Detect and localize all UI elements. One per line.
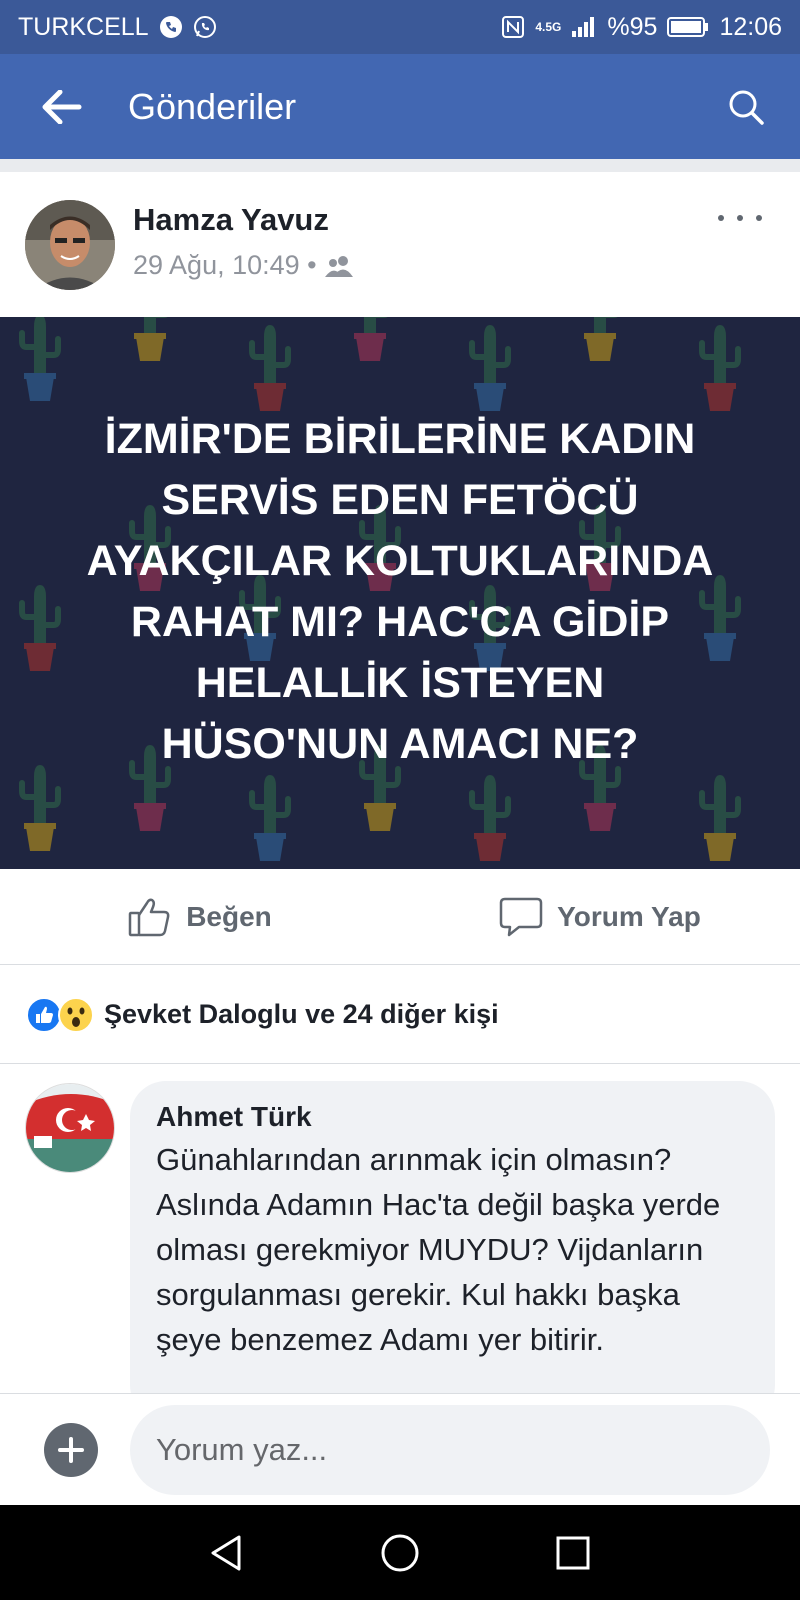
post-timestamp: 29 Ağu, 10:49 •	[133, 250, 317, 280]
signal-icon	[571, 16, 597, 38]
post-actions: Beğen Yorum Yap	[0, 869, 800, 965]
battery-percent: %95	[607, 12, 658, 41]
nav-home-button[interactable]	[370, 1523, 430, 1583]
thumbs-up-icon	[128, 898, 170, 936]
battery-icon	[667, 16, 709, 38]
more-dot-icon	[737, 215, 743, 221]
more-dot-icon	[718, 215, 724, 221]
reactions-text: Şevket Daloglu ve 24 diğer kişi	[104, 999, 499, 1029]
nav-back-button[interactable]	[197, 1523, 257, 1583]
comment-label: Yorum Yap	[557, 900, 701, 932]
circle-home-icon	[381, 1534, 419, 1571]
reactions-summary[interactable]: Şevket Daloglu ve 24 diğer kişi	[0, 966, 800, 1064]
nav-recents-button[interactable]	[543, 1523, 603, 1583]
like-label: Beğen	[186, 900, 272, 932]
friends-icon	[324, 255, 353, 277]
commenter-avatar[interactable]	[25, 1083, 115, 1173]
search-icon	[729, 90, 764, 125]
back-button[interactable]	[32, 77, 92, 137]
post-image-text: İZMİR'DE BİRİLERİNE KADIN SERVİS EDEN FE…	[86, 415, 714, 768]
search-button[interactable]	[716, 77, 776, 137]
network-type: 4.5G	[535, 20, 562, 34]
comment-text: Günahlarından arınmak için olmasın? Aslı…	[156, 1142, 721, 1357]
comment-author[interactable]: Ahmet Türk	[156, 1101, 749, 1133]
post-author[interactable]: Hamza Yavuz	[133, 202, 329, 238]
status-bar: TURKCELL 4.5G %95 12:06	[0, 0, 800, 54]
post-image[interactable]: İZMİR'DE BİRİLERİNE KADIN SERVİS EDEN FE…	[0, 317, 800, 869]
wow-reaction-icon	[58, 996, 94, 1033]
comment-button[interactable]: Yorum Yap	[400, 869, 800, 964]
back-arrow-icon	[42, 89, 82, 124]
post-options-button[interactable]	[718, 208, 762, 228]
phone-icon	[159, 15, 183, 39]
triangle-back-icon	[211, 1535, 241, 1570]
comment-bubble[interactable]: Ahmet Türk Günahlarından arınmak için ol…	[130, 1081, 775, 1395]
post-header: Hamza Yavuz 29 Ağu, 10:49 •	[0, 172, 800, 316]
app-bar: Gönderiler	[0, 54, 800, 159]
whatsapp-icon	[193, 15, 217, 39]
post-meta: 29 Ağu, 10:49 •	[133, 250, 353, 281]
system-nav-bar	[0, 1505, 800, 1600]
author-avatar[interactable]	[25, 200, 115, 290]
post-card: Hamza Yavuz 29 Ağu, 10:49 • İZMİR'DE BİR…	[0, 172, 800, 1395]
page-title: Gönderiler	[128, 85, 297, 127]
add-attachment-button[interactable]	[44, 1422, 98, 1477]
comment-icon	[499, 897, 543, 936]
comment-input[interactable]	[130, 1404, 770, 1495]
like-reaction-icon	[26, 996, 62, 1033]
carrier-label: TURKCELL	[18, 12, 149, 41]
nfc-icon	[501, 15, 525, 39]
clock: 12:06	[719, 12, 782, 41]
square-recents-icon	[556, 1536, 590, 1569]
more-dot-icon	[756, 215, 762, 221]
compose-bar	[0, 1393, 800, 1505]
plus-icon	[58, 1436, 84, 1463]
like-button[interactable]: Beğen	[0, 869, 400, 964]
